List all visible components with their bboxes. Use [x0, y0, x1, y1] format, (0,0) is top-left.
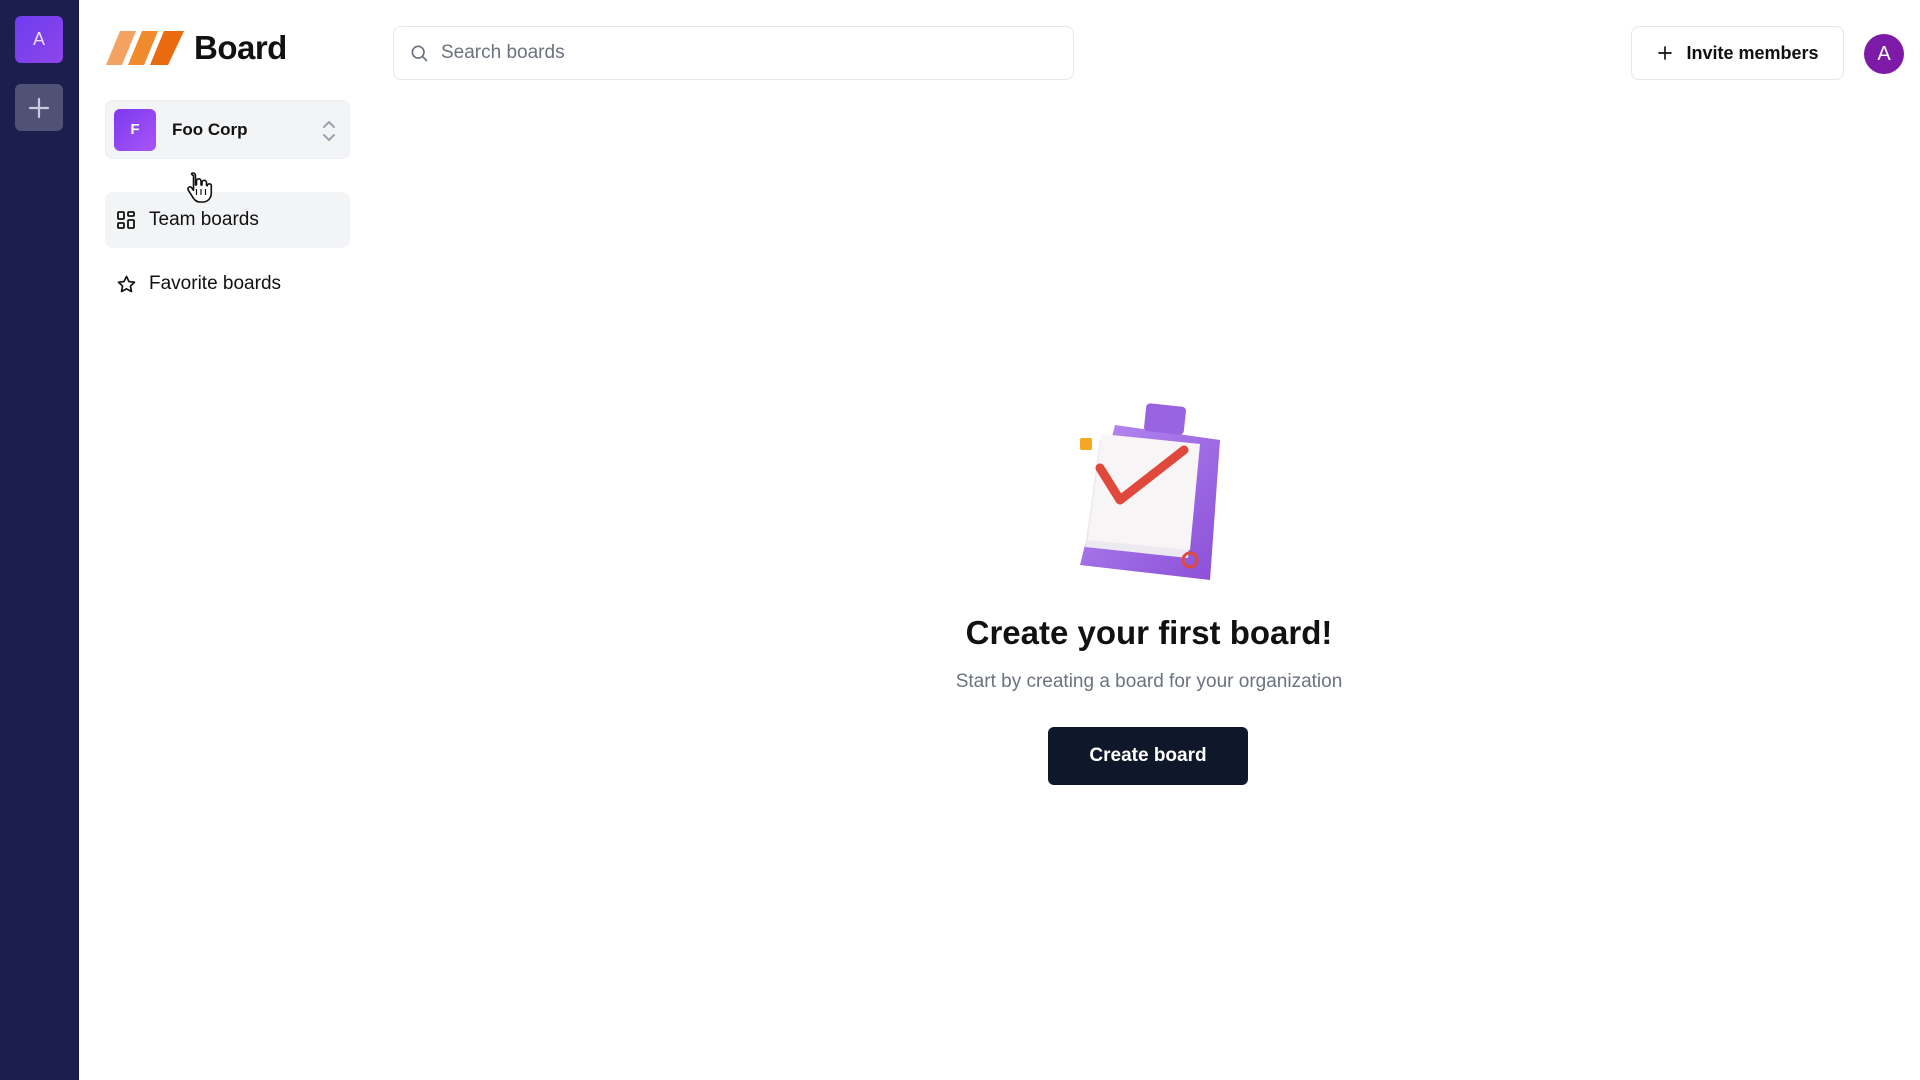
empty-state-title: Create your first board!: [965, 614, 1333, 651]
nav-item-label: Team boards: [149, 209, 259, 230]
org-rail: A: [0, 0, 79, 1080]
search-bar[interactable]: [393, 26, 1074, 80]
nav-item-label: Favorite boards: [149, 273, 282, 294]
brand-logo[interactable]: Board: [106, 28, 287, 68]
clipboard-checkmark-illustration: [1080, 403, 1220, 580]
star-icon: [115, 273, 137, 295]
user-avatar[interactable]: A: [1864, 34, 1904, 74]
logo-stripes-icon: [106, 31, 184, 65]
chevrons-up-down-icon: [323, 121, 335, 141]
brand-name: Board: [194, 29, 287, 66]
hand-cursor-icon: [187, 172, 213, 203]
org-tile-button[interactable]: A: [15, 16, 63, 63]
user-avatar-initial: A: [1877, 42, 1891, 65]
plus-icon: [28, 97, 50, 118]
org-tile-initial: A: [32, 29, 45, 49]
nav-item-favorite-boards[interactable]: Favorite boards: [105, 256, 350, 312]
create-board-button[interactable]: Create board: [1048, 727, 1248, 785]
invite-members-label: Invite members: [1686, 42, 1819, 63]
dashboard-grid-icon: [115, 209, 137, 231]
org-avatar-initial: F: [130, 121, 140, 138]
org-name: Foo Corp: [172, 119, 248, 139]
org-avatar: F: [114, 108, 156, 151]
search-input[interactable]: [441, 42, 1041, 64]
add-organization-button[interactable]: [15, 84, 63, 131]
nav-item-team-boards[interactable]: Team boards: [105, 192, 350, 248]
plus-icon: [1656, 44, 1674, 62]
search-icon: [411, 45, 428, 62]
invite-members-button[interactable]: Invite members: [1631, 26, 1844, 80]
create-board-label: Create board: [1089, 745, 1207, 766]
empty-state-subtitle: Start by creating a board for your organ…: [955, 671, 1343, 692]
organization-switcher[interactable]: F Foo Corp: [105, 100, 350, 159]
